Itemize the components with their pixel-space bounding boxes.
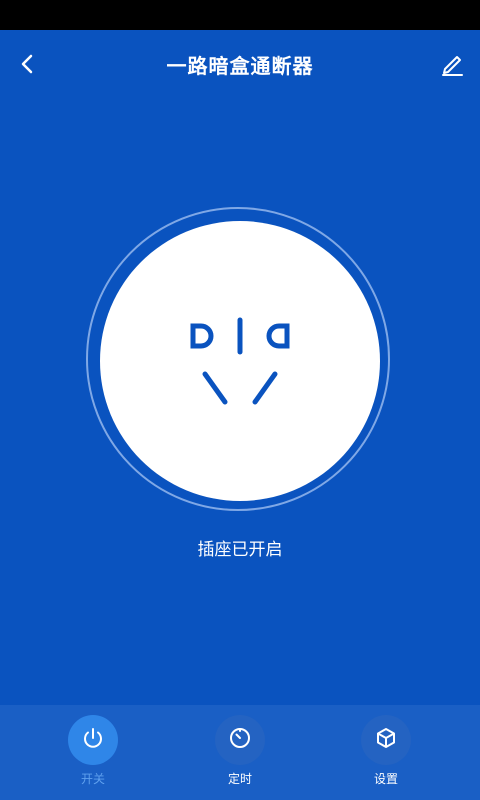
nav-switch-label: 开关	[80, 772, 105, 786]
nav-item-settings[interactable]: 设置	[341, 715, 431, 797]
socket-status-text: 插座已开启	[197, 540, 283, 560]
cube-icon	[374, 726, 398, 754]
page-title: 一路暗盒通断器	[166, 54, 314, 78]
nav-settings-circle	[361, 715, 411, 765]
nav-timer-circle	[215, 715, 265, 765]
back-button[interactable]	[10, 48, 46, 84]
power-icon	[81, 726, 105, 754]
timer-icon	[228, 726, 252, 754]
header: 一路暗盒通断器	[0, 30, 480, 100]
status-bar	[0, 0, 480, 30]
nav-timer-label: 定时	[227, 772, 252, 786]
edit-button[interactable]	[434, 48, 470, 84]
pencil-icon	[439, 51, 465, 81]
bottom-nav: 开关 定时 设置	[0, 705, 480, 800]
socket-toggle-button[interactable]	[100, 221, 380, 501]
power-socket-icon	[175, 304, 305, 418]
nav-settings-label: 设置	[373, 772, 398, 786]
nav-item-timer[interactable]: 定时	[195, 715, 285, 797]
nav-switch-circle	[68, 715, 118, 765]
nav-item-switch[interactable]: 开关	[48, 715, 138, 797]
chevron-left-icon	[17, 53, 39, 79]
main-content: 插座已开启	[0, 100, 480, 705]
